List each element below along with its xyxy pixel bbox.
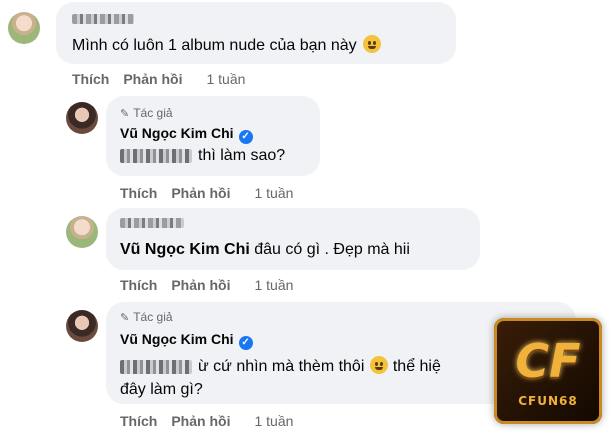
blurred-commenter-name bbox=[72, 14, 134, 24]
blurred-mention bbox=[120, 359, 192, 374]
reply-button[interactable]: Phản hồi bbox=[171, 413, 230, 429]
like-button[interactable]: Thích bbox=[72, 71, 109, 87]
comment-text: Mình có luôn 1 album nude của bạn này bbox=[72, 35, 381, 56]
author-avatar[interactable] bbox=[66, 102, 98, 134]
reply-text: thì làm sao? bbox=[120, 146, 285, 166]
like-button[interactable]: Thích bbox=[120, 413, 157, 429]
verified-badge-icon: ✓ bbox=[238, 336, 253, 350]
like-button[interactable]: Thích bbox=[120, 185, 157, 201]
blurred-commenter-name bbox=[120, 218, 184, 228]
author-avatar[interactable] bbox=[66, 310, 98, 342]
blurred-mention bbox=[120, 148, 192, 163]
pen-icon: ✎ bbox=[120, 312, 130, 324]
reply-button[interactable]: Phản hồi bbox=[171, 277, 230, 293]
comment-actions: Thích Phản hồi 1 tuần bbox=[72, 70, 245, 88]
commenter-avatar[interactable] bbox=[8, 12, 40, 44]
comment-time[interactable]: 1 tuần bbox=[254, 413, 293, 429]
commenter-avatar[interactable] bbox=[66, 216, 98, 248]
verified-badge-icon: ✓ bbox=[238, 130, 253, 144]
pen-icon: ✎ bbox=[120, 108, 130, 120]
author-tag: ✎ Tác giả bbox=[120, 106, 173, 120]
reply-text-line2: đây làm gì? bbox=[120, 381, 203, 398]
reply-actions: Thích Phản hồi 1 tuần bbox=[120, 184, 293, 202]
comment-time[interactable]: 1 tuần bbox=[206, 71, 245, 87]
like-button[interactable]: Thích bbox=[120, 277, 157, 293]
reply-button[interactable]: Phản hồi bbox=[171, 185, 230, 201]
reply-button[interactable]: Phản hồi bbox=[123, 71, 182, 87]
comment-time[interactable]: 1 tuần bbox=[254, 277, 293, 293]
reply-actions: Thích Phản hồi 1 tuần bbox=[120, 412, 293, 430]
reply-text-line1: ừ cứ nhìn mà thèm thôi thể hiệ bbox=[120, 356, 441, 377]
logo-wordmark: CFUN68 bbox=[518, 394, 578, 408]
cfun68-watermark-logo: CF CFUN68 bbox=[494, 318, 602, 424]
author-name[interactable]: Vũ Ngọc Kim Chi ✓ bbox=[120, 124, 253, 144]
author-tag: ✎ Tác giả bbox=[120, 310, 173, 324]
mention-link[interactable]: Vũ Ngọc Kim Chi bbox=[120, 241, 250, 258]
reply-text: Vũ Ngọc Kim Chi đâu có gì . Đẹp mà hii bbox=[120, 241, 410, 258]
logo-monogram: CF bbox=[515, 334, 581, 388]
grimace-emoji-icon bbox=[362, 35, 381, 53]
smile-emoji-icon bbox=[370, 356, 389, 374]
author-name[interactable]: Vũ Ngọc Kim Chi ✓ bbox=[120, 330, 253, 350]
reply-actions: Thích Phản hồi 1 tuần bbox=[120, 276, 293, 294]
comment-time[interactable]: 1 tuần bbox=[254, 185, 293, 201]
